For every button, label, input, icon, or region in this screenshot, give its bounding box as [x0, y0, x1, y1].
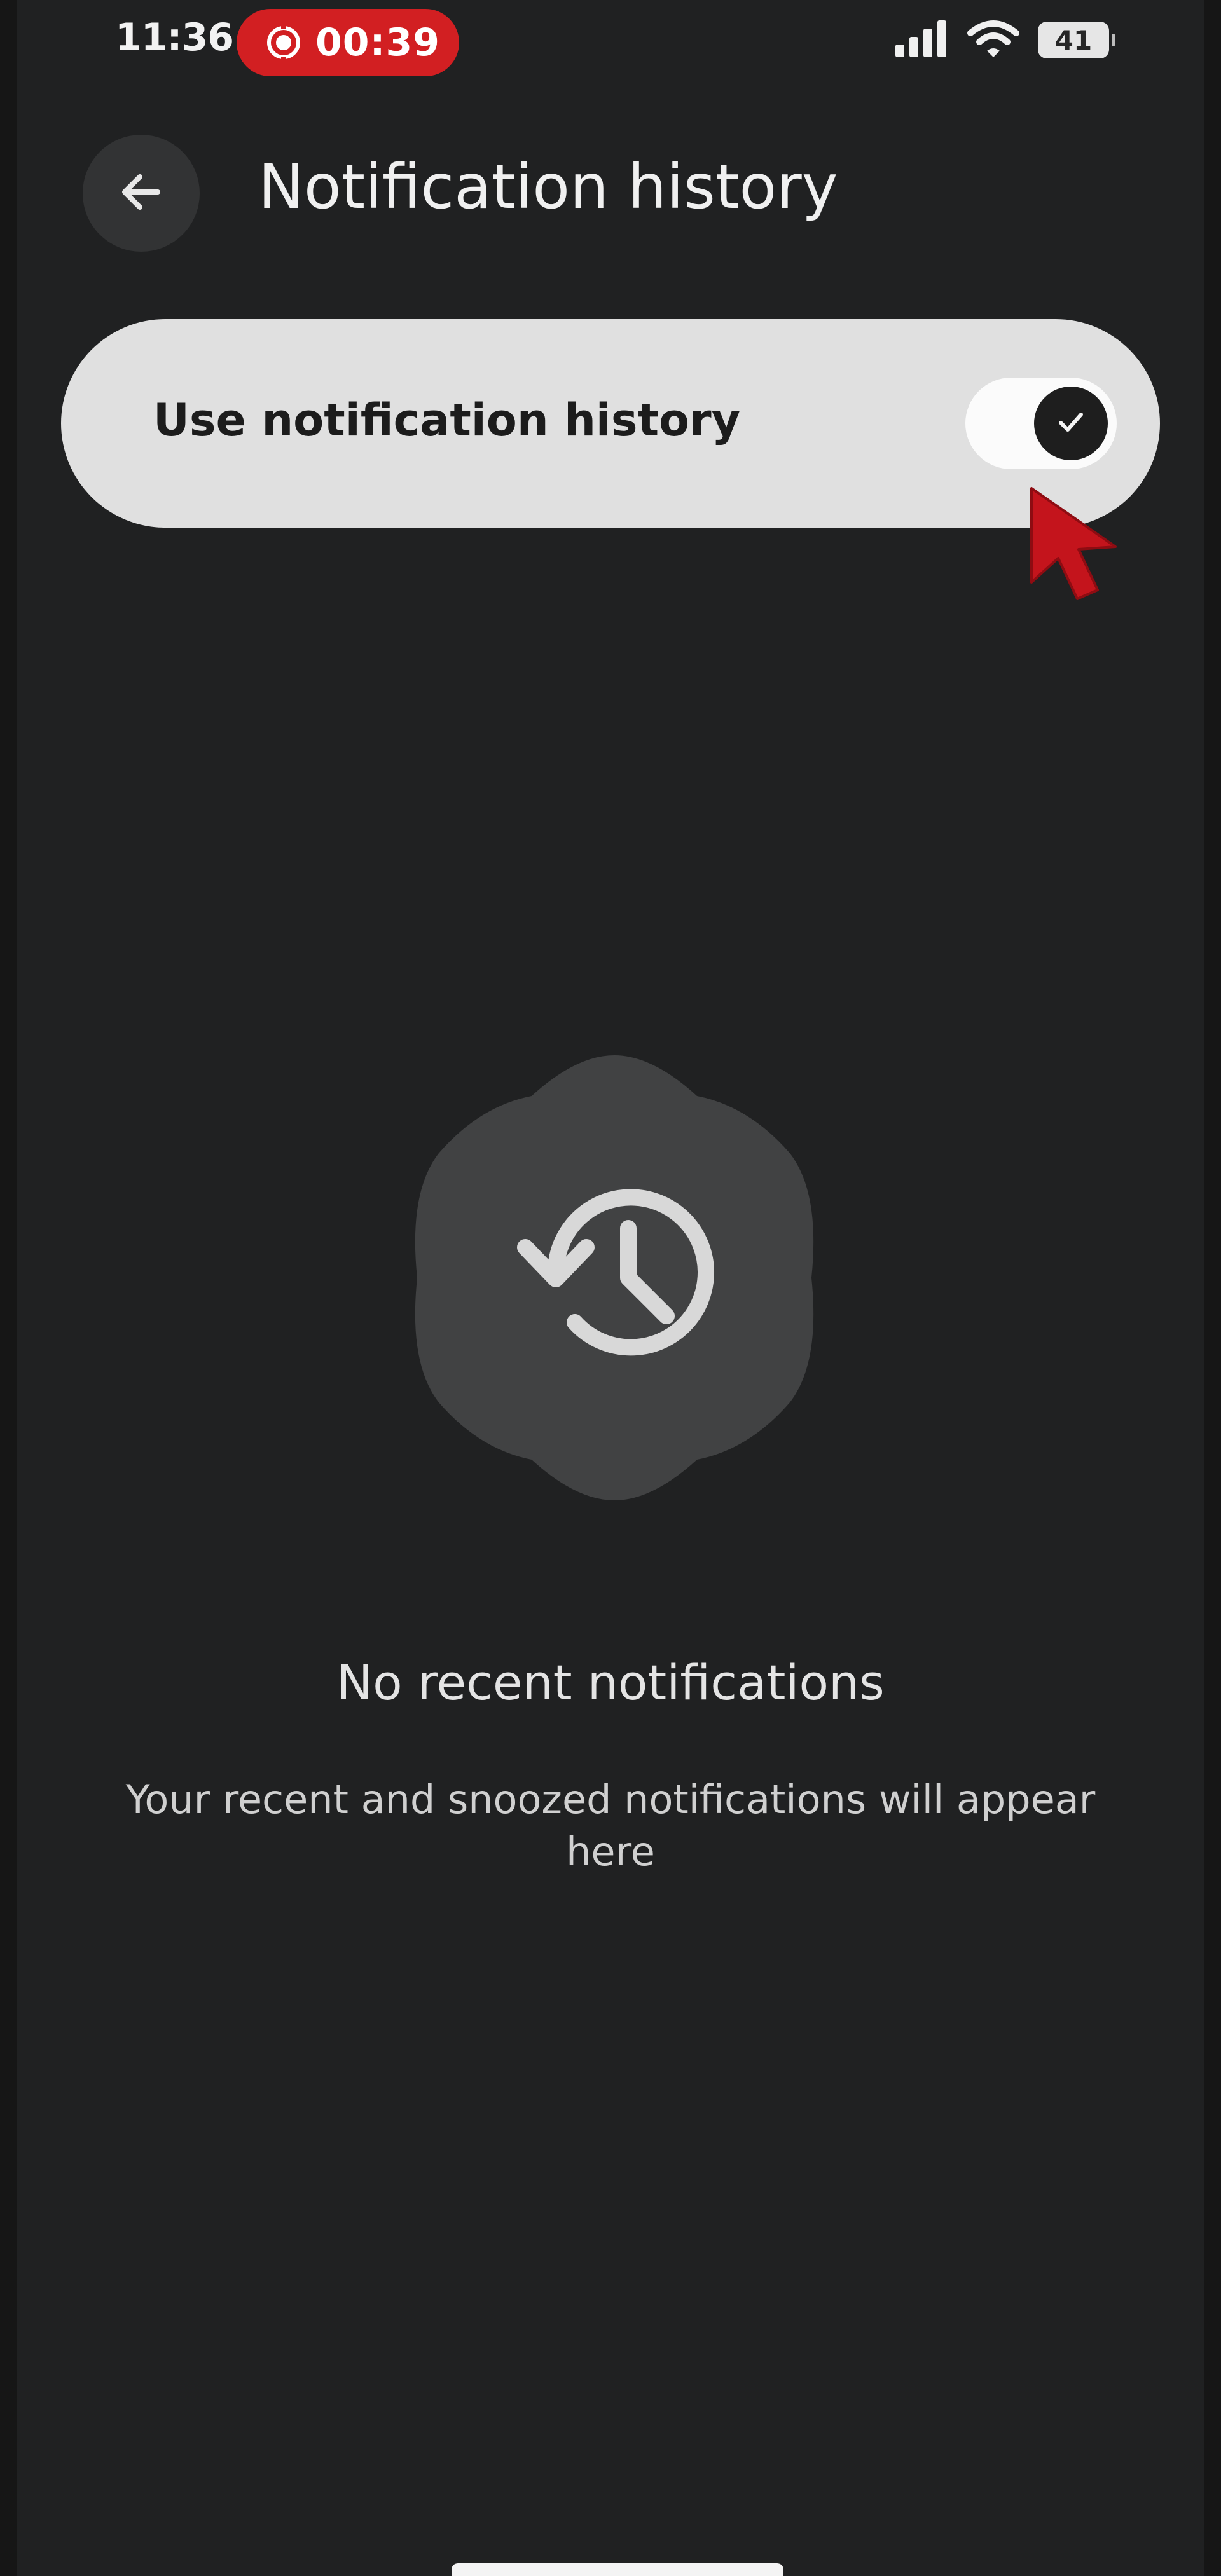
status-time: 11:36	[115, 15, 234, 60]
record-icon	[266, 25, 301, 60]
empty-state-title: No recent notifications	[336, 1654, 885, 1711]
history-badge	[398, 1043, 831, 1513]
notification-history-toggle[interactable]	[965, 378, 1117, 469]
mouse-cursor-icon	[1019, 481, 1146, 608]
page-title: Notification history	[258, 151, 838, 223]
signal-icon	[895, 20, 949, 60]
status-icons: 41	[895, 19, 1115, 61]
wifi-icon	[967, 19, 1020, 61]
toggle-thumb	[1034, 387, 1108, 460]
screen-recording-indicator[interactable]: 00:39	[237, 9, 459, 76]
back-button[interactable]	[83, 135, 200, 252]
recording-time: 00:39	[315, 20, 440, 65]
setting-label: Use notification history	[153, 394, 741, 446]
use-notification-history-row[interactable]: Use notification history	[61, 319, 1160, 528]
home-indicator[interactable]	[452, 2563, 783, 2576]
battery-icon: 41	[1038, 22, 1115, 58]
arrow-left-icon	[116, 167, 167, 220]
check-icon	[1053, 404, 1089, 442]
empty-state-description: Your recent and snoozed notifications wi…	[125, 1776, 1096, 1875]
battery-level: 41	[1054, 24, 1093, 56]
phone-screen: 11:36 00:39 41 Notification history Use …	[17, 0, 1204, 2576]
